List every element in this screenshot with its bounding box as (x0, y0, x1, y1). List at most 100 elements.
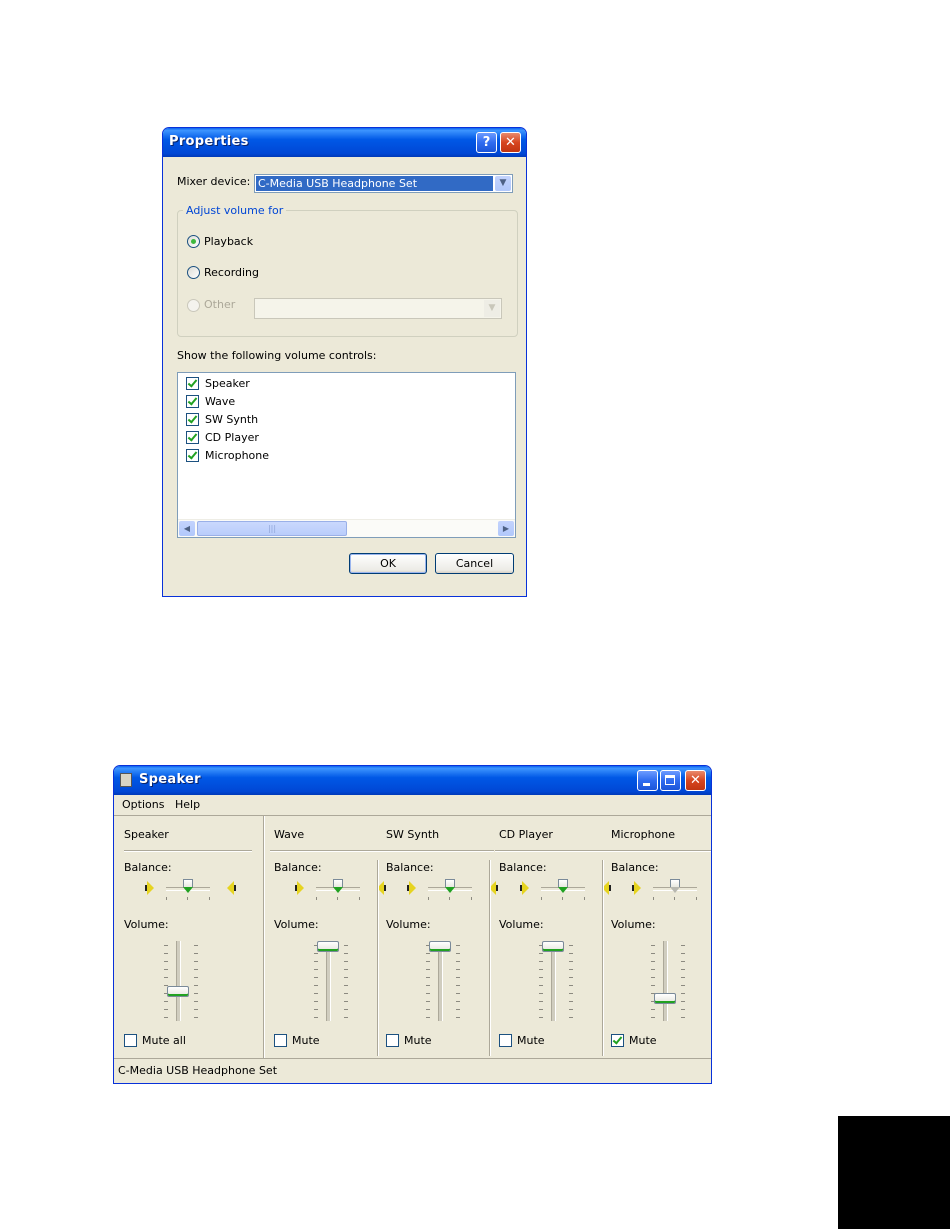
mute-checkbox[interactable] (611, 1034, 624, 1047)
cancel-button[interactable]: Cancel (435, 553, 514, 574)
volume-tick (539, 993, 543, 994)
close-button[interactable]: ✕ (500, 132, 521, 153)
balance-tick (359, 897, 360, 900)
balance-slider-thumb[interactable] (670, 879, 680, 893)
chevron-down-icon[interactable]: ▼ (495, 176, 511, 191)
properties-dialog: Properties ? ✕ Mixer device: C-Media USB… (162, 127, 527, 597)
mute-label[interactable]: Mute all (142, 1034, 186, 1047)
channel-name: Microphone (611, 828, 676, 841)
volume-tick (539, 985, 543, 986)
mute-checkbox[interactable] (274, 1034, 287, 1047)
horizontal-scrollbar[interactable]: ◀ ||| ▶ (178, 519, 515, 537)
volume-tick (426, 977, 430, 978)
volume-tick (651, 953, 655, 954)
volume-tick (569, 961, 573, 962)
volume-tick (314, 953, 318, 954)
balance-slider-thumb[interactable] (558, 879, 568, 893)
help-icon: ? (482, 135, 491, 150)
channel-strip: Wave Balance: Volume: Mute (270, 816, 386, 1058)
mute-checkbox[interactable] (499, 1034, 512, 1047)
volume-tick (681, 977, 685, 978)
channel-strip: Microphone Balance: Volume: Mute (607, 816, 711, 1058)
minimize-button[interactable] (637, 770, 658, 791)
balance-tick (674, 897, 675, 900)
volume-tick (164, 945, 168, 946)
balance-slider-thumb[interactable] (445, 879, 455, 893)
control-checkbox-label[interactable]: SW Synth (205, 413, 258, 426)
control-checkbox[interactable] (186, 431, 199, 444)
volume-tick (314, 961, 318, 962)
volume-tick (651, 985, 655, 986)
volume-tick (426, 1017, 430, 1018)
scroll-thumb[interactable]: ||| (197, 521, 347, 536)
control-checkbox-label[interactable]: Wave (205, 395, 235, 408)
mute-label[interactable]: Mute (629, 1034, 657, 1047)
channel-header-divider (382, 850, 494, 852)
scroll-left-button[interactable]: ◀ (179, 521, 195, 536)
control-checkbox-label[interactable]: Microphone (205, 449, 269, 462)
controls-list-label: Show the following volume controls: (177, 349, 377, 362)
channel-separator (602, 860, 604, 1056)
mixer-title-bar[interactable]: Speaker ✕ (114, 766, 711, 795)
menu-options[interactable]: Options (122, 798, 164, 811)
control-checkbox-label[interactable]: CD Player (205, 431, 259, 444)
volume-tick (539, 977, 543, 978)
control-checkbox[interactable] (186, 413, 199, 426)
minimize-icon (643, 783, 650, 786)
recording-radio-label[interactable]: Recording (204, 266, 259, 279)
volume-tick (539, 961, 543, 962)
balance-label: Balance: (274, 861, 322, 874)
balance-tick (449, 897, 450, 900)
balance-slider-thumb[interactable] (333, 879, 343, 893)
volume-tick (569, 969, 573, 970)
volume-slider-thumb[interactable] (167, 985, 189, 997)
properties-title-bar[interactable]: Properties ? ✕ (163, 128, 526, 157)
chevron-down-icon-disabled: ▼ (484, 300, 500, 317)
volume-slider-thumb[interactable] (429, 941, 451, 952)
channel-header-divider (607, 850, 711, 852)
volume-slider-thumb[interactable] (542, 941, 564, 952)
mute-label[interactable]: Mute (517, 1034, 545, 1047)
speaker-left-icon (520, 881, 529, 895)
mute-label[interactable]: Mute (404, 1034, 432, 1047)
volume-tick (164, 1001, 168, 1002)
volume-tick (456, 985, 460, 986)
mixer-device-select[interactable]: C-Media USB Headphone Set ▼ (254, 174, 513, 193)
mute-checkbox[interactable] (386, 1034, 399, 1047)
volume-tick (456, 953, 460, 954)
volume-tick (344, 977, 348, 978)
balance-slider-thumb[interactable] (183, 879, 193, 893)
ok-button[interactable]: OK (349, 553, 427, 574)
volume-tick (314, 1017, 318, 1018)
speaker-left-icon (407, 881, 416, 895)
recording-radio[interactable] (187, 266, 200, 279)
mute-label[interactable]: Mute (292, 1034, 320, 1047)
control-checkbox[interactable] (186, 395, 199, 408)
volume-tick (569, 945, 573, 946)
volume-tick (651, 1009, 655, 1010)
mixer-window-title: Speaker (139, 772, 201, 787)
maximize-button[interactable] (660, 770, 681, 791)
balance-tick (337, 897, 338, 900)
volume-slider-thumb[interactable] (317, 941, 339, 952)
channel-strip: SW Synth Balance: Volume: Mute (382, 816, 498, 1058)
control-checkbox-label[interactable]: Speaker (205, 377, 250, 390)
volume-tick (314, 985, 318, 986)
playback-radio[interactable] (187, 235, 200, 248)
mute-checkbox[interactable] (124, 1034, 137, 1047)
volume-track (326, 941, 331, 1021)
playback-radio-label[interactable]: Playback (204, 235, 253, 248)
control-checkbox[interactable] (186, 377, 199, 390)
channel-separator (377, 860, 379, 1056)
help-button[interactable]: ? (476, 132, 497, 153)
volume-tick (164, 953, 168, 954)
volume-tick (681, 993, 685, 994)
volume-slider-thumb[interactable] (654, 992, 676, 1004)
control-checkbox[interactable] (186, 449, 199, 462)
scroll-right-button[interactable]: ▶ (498, 521, 514, 536)
channel-name: Speaker (124, 828, 169, 841)
volume-controls-list[interactable]: Speaker Wave SW Synth CD Player Microphone ◀… (177, 372, 516, 538)
menu-help[interactable]: Help (175, 798, 200, 811)
mixer-close-button[interactable]: ✕ (685, 770, 706, 791)
volume-tick (569, 1009, 573, 1010)
